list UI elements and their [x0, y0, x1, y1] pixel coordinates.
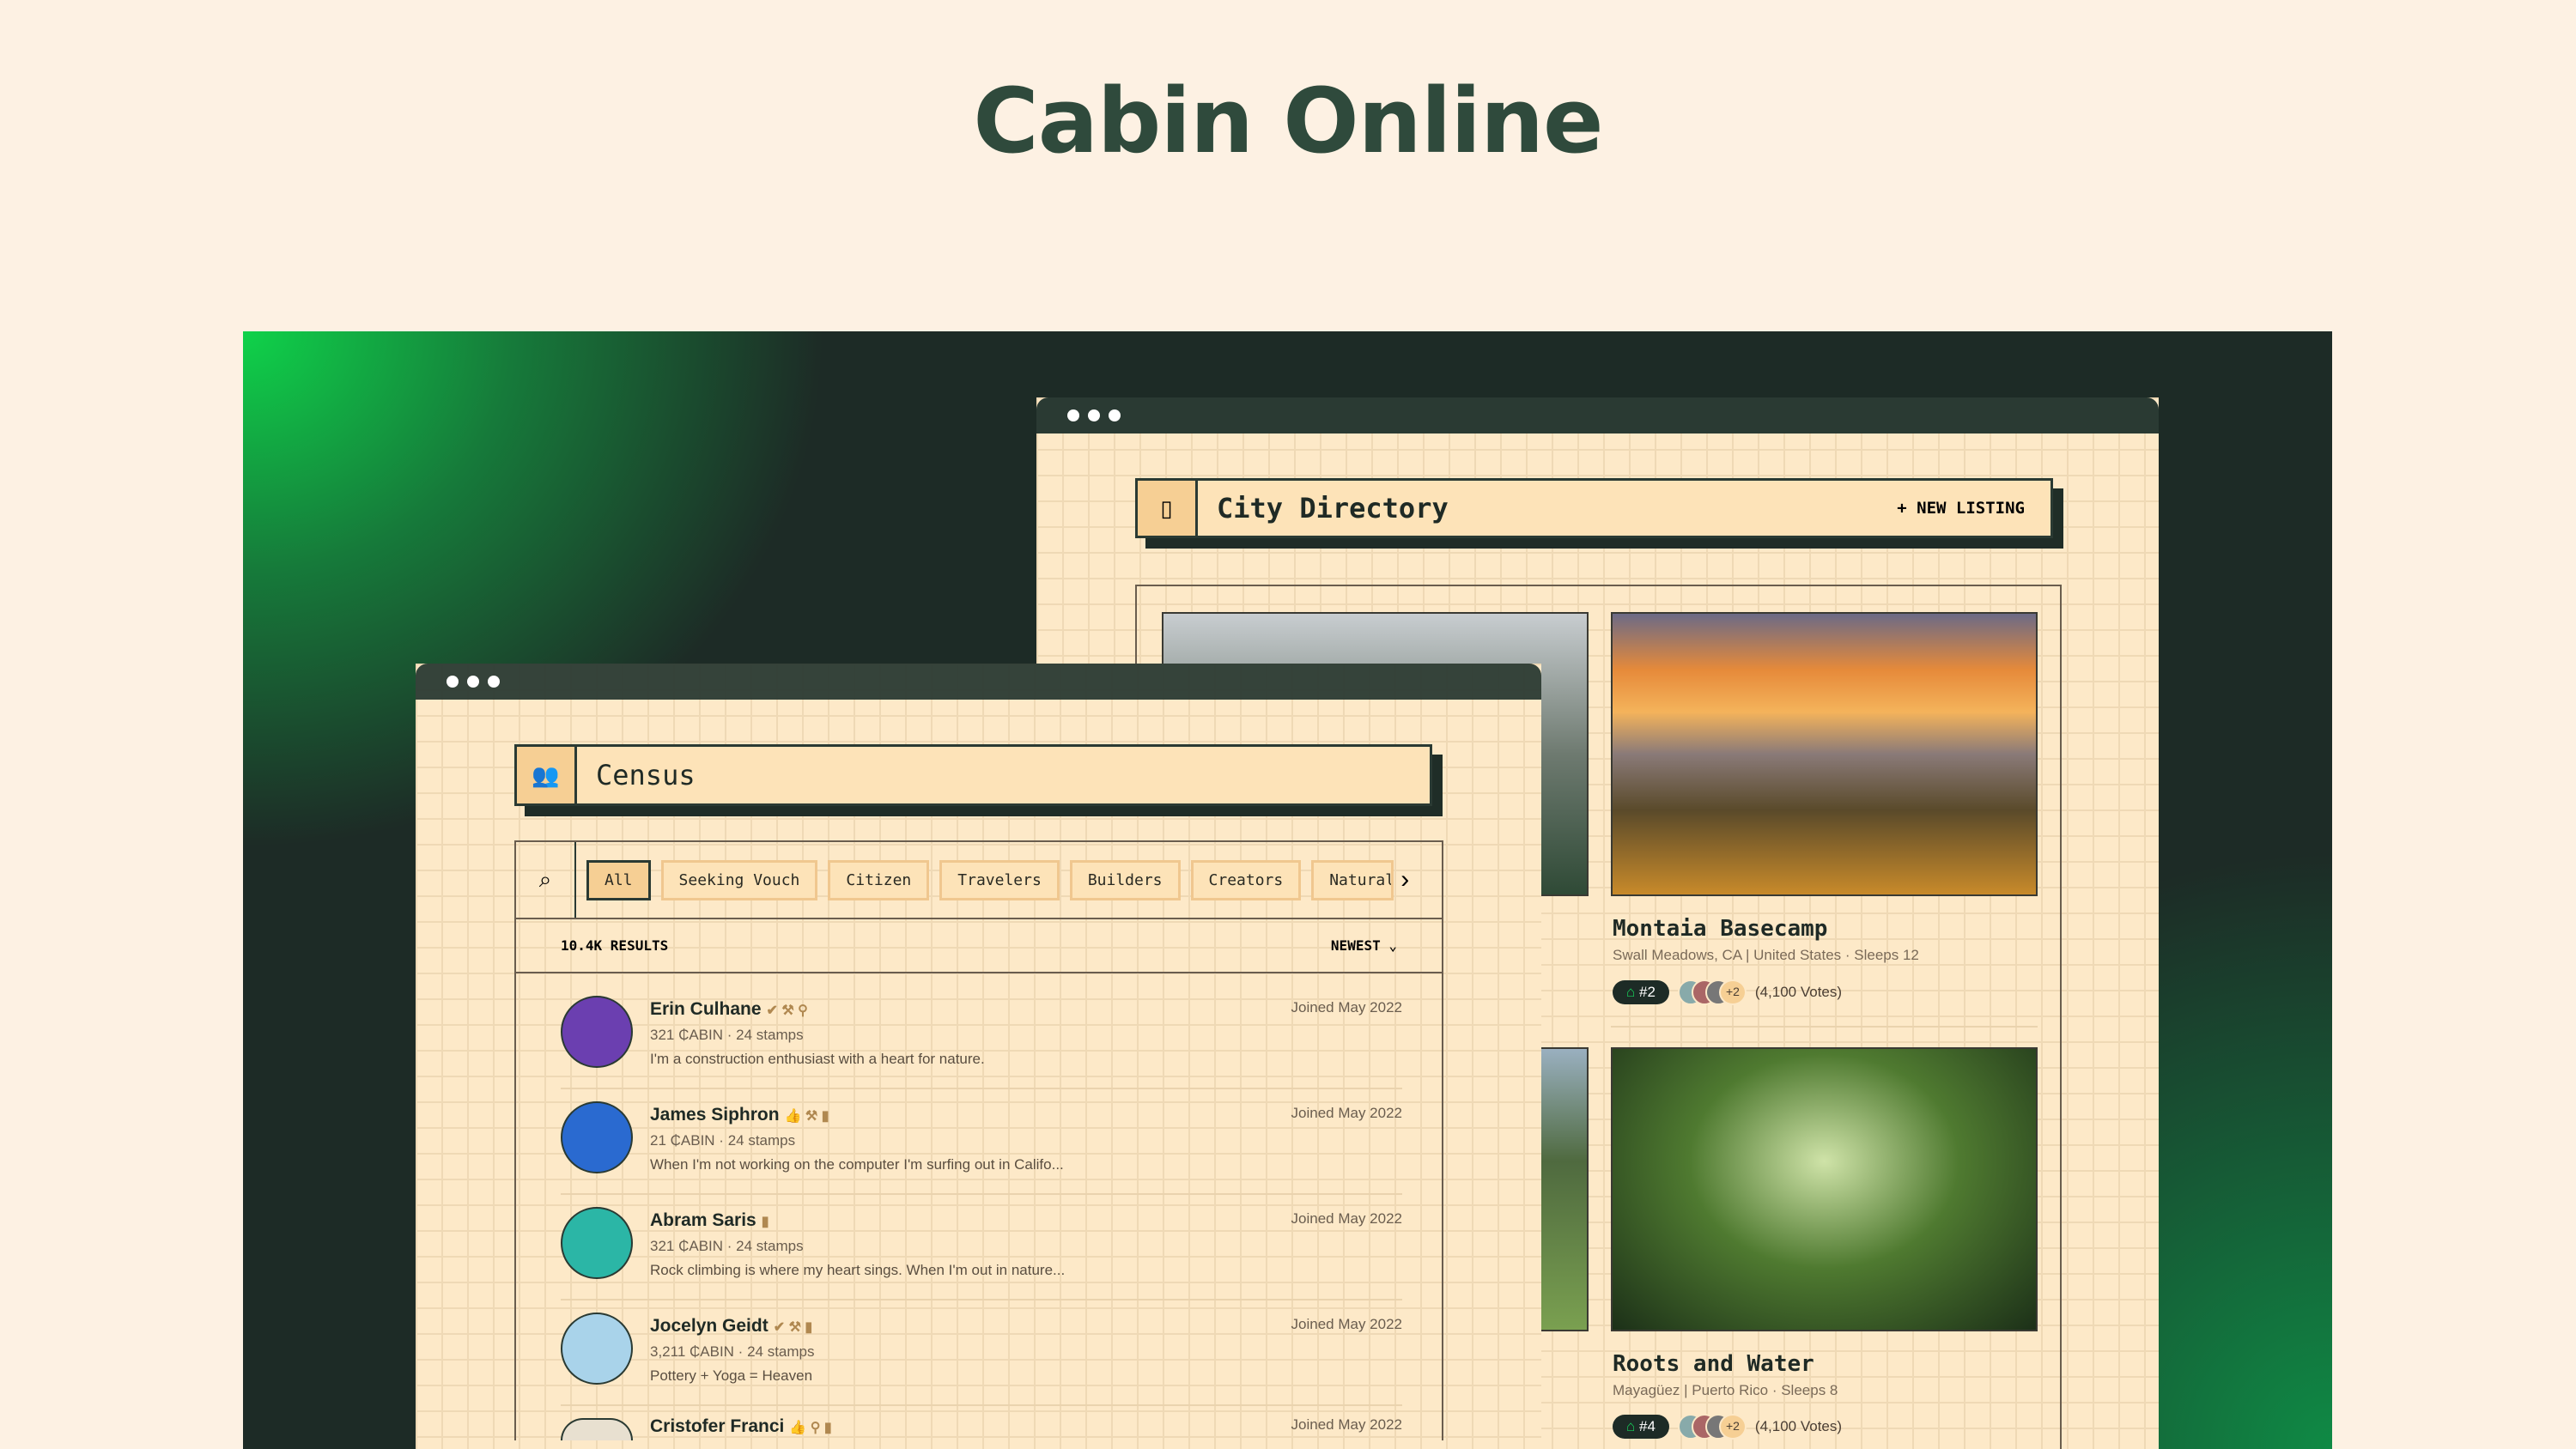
listing-image[interactable]: [1611, 612, 2038, 896]
member-name[interactable]: Cristofer Franci 👍 ⚲ ▮: [650, 1416, 832, 1437]
window-titlebar: [1036, 397, 2159, 433]
search-icon[interactable]: ⌕: [516, 842, 576, 918]
filter-natural[interactable]: Natural: [1311, 859, 1394, 900]
joined-date: Joined May 2022: [1291, 1416, 1402, 1433]
filter-seeking-vouch[interactable]: Seeking Vouch: [660, 859, 818, 900]
vote-count: (4,100 Votes): [1754, 984, 1843, 1000]
member-bio: I'm a construction enthusiast with a hea…: [650, 1051, 985, 1067]
badge-icons: ✔ ⚒ ⚲: [766, 1003, 808, 1018]
filter-travelers[interactable]: Travelers: [939, 859, 1060, 900]
member-row[interactable]: Cristofer Franci 👍 ⚲ ▮ Joined May 2022: [561, 1406, 1402, 1440]
results-bar: 10.4K RESULTS NEWEST ⌄: [516, 919, 1442, 973]
member-row[interactable]: James Siphron 👍 ⚒ ▮ 21 ₵ABIN · 24 stamps …: [561, 1089, 1402, 1195]
member-row[interactable]: Abram Saris ▮ 321 ₵ABIN · 24 stamps Rock …: [561, 1195, 1402, 1300]
census-list: ⌕ All Seeking Vouch Citizen Travelers Bu…: [514, 840, 1443, 1440]
filter-bar: ⌕ All Seeking Vouch Citizen Travelers Bu…: [516, 842, 1442, 919]
member-name[interactable]: Jocelyn Geidt ✔ ⚒ ▮: [650, 1316, 812, 1337]
joined-date: Joined May 2022: [1291, 999, 1402, 1016]
home-icon: ⌂: [1626, 1418, 1636, 1434]
listing-title[interactable]: Roots and Water: [1613, 1351, 1814, 1377]
member-bio: When I'm not working on the computer I'm…: [650, 1156, 1064, 1173]
filter-all[interactable]: All: [586, 859, 651, 900]
rank-badge: ⌂ #4: [1613, 1415, 1669, 1439]
member-stats: 321 ₵ABIN · 24 stamps: [650, 1238, 804, 1254]
chevron-down-icon: ⌄: [1388, 937, 1397, 954]
member-stats: 321 ₵ABIN · 24 stamps: [650, 1027, 804, 1043]
chevron-right-icon[interactable]: ›: [1400, 865, 1409, 894]
listing-image[interactable]: [1611, 1047, 2038, 1331]
filter-builders[interactable]: Builders: [1069, 859, 1181, 900]
sort-dropdown[interactable]: NEWEST ⌄: [1331, 937, 1397, 954]
avatar: [561, 1418, 633, 1440]
badge-icons: 👍 ⚒ ▮: [784, 1109, 829, 1124]
member-name[interactable]: Abram Saris ▮: [650, 1210, 769, 1231]
badge-icons: ▮: [761, 1215, 769, 1229]
window-titlebar: [416, 664, 1541, 700]
joined-date: Joined May 2022: [1291, 1210, 1402, 1227]
home-icon: ⌂: [1626, 984, 1636, 1000]
census-window: 👥 Census ⌕ All Seeking Vouch Citizen Tra…: [416, 664, 1541, 1449]
badge-icons: ✔ ⚒ ▮: [773, 1320, 813, 1335]
listing-votes: ⌂ #2 +2 (4,100 Votes): [1613, 979, 1842, 1005]
rank-badge: ⌂ #2: [1613, 980, 1669, 1004]
divider: [1611, 1026, 2038, 1028]
directory-header: ▯ City Directory + NEW LISTING: [1135, 478, 2053, 538]
listing-location: Swall Meadows, CA | United States · Slee…: [1613, 947, 1919, 963]
filter-citizen[interactable]: Citizen: [828, 859, 930, 900]
member-stats: 3,211 ₵ABIN · 24 stamps: [650, 1343, 815, 1360]
map-icon: ▯: [1138, 481, 1198, 536]
filter-creators[interactable]: Creators: [1190, 859, 1302, 900]
avatar: [561, 1207, 633, 1279]
listing-location: Mayagüez | Puerto Rico · Sleeps 8: [1613, 1382, 1838, 1398]
people-icon: 👥: [517, 747, 577, 803]
census-title: Census: [596, 759, 696, 791]
joined-date: Joined May 2022: [1291, 1316, 1402, 1332]
member-bio: Pottery + Yoga = Heaven: [650, 1367, 813, 1384]
results-count: 10.4K RESULTS: [561, 937, 669, 954]
badge-icons: 👍 ⚲ ▮: [789, 1421, 832, 1435]
joined-date: Joined May 2022: [1291, 1105, 1402, 1121]
member-row[interactable]: Erin Culhane ✔ ⚒ ⚲ 321 ₵ABIN · 24 stamps …: [561, 984, 1402, 1089]
avatar: [561, 1101, 633, 1173]
member-stats: 21 ₵ABIN · 24 stamps: [650, 1132, 796, 1149]
vote-count: (4,100 Votes): [1754, 1418, 1843, 1434]
listing-votes: ⌂ #4 +2 (4,100 Votes): [1613, 1414, 1842, 1440]
directory-title: City Directory: [1217, 492, 1449, 524]
member-bio: Rock climbing is where my heart sings. W…: [650, 1262, 1066, 1278]
avatar: [561, 1313, 633, 1385]
member-row[interactable]: Jocelyn Geidt ✔ ⚒ ▮ 3,211 ₵ABIN · 24 stam…: [561, 1300, 1402, 1406]
member-name[interactable]: James Siphron 👍 ⚒ ▮: [650, 1105, 829, 1125]
member-list: Erin Culhane ✔ ⚒ ⚲ 321 ₵ABIN · 24 stamps …: [516, 973, 1442, 1440]
member-name[interactable]: Erin Culhane ✔ ⚒ ⚲: [650, 999, 808, 1020]
avatar: [561, 996, 633, 1068]
new-listing-button[interactable]: + NEW LISTING: [1897, 499, 2025, 518]
census-header: 👥 Census: [514, 744, 1432, 806]
page-title: Cabin Online: [973, 69, 1603, 173]
hero-stage: ▯ City Directory + NEW LISTING Montaia B…: [243, 331, 2332, 1449]
listing-title[interactable]: Montaia Basecamp: [1613, 916, 1827, 942]
